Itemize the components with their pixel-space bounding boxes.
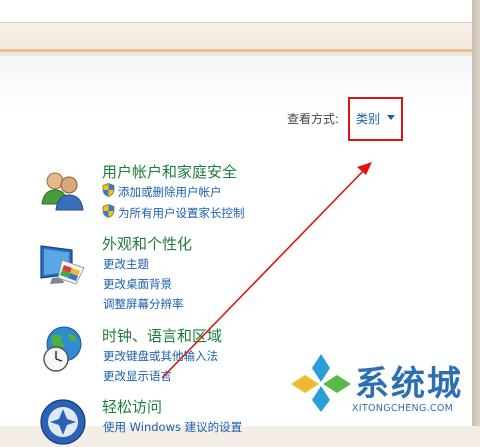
link-screen-resolution[interactable]: 调整屏幕分辨率 [103, 296, 184, 312]
link-change-display-language[interactable]: 更改显示语言 [103, 368, 172, 384]
link-change-keyboard-input[interactable]: 更改键盘或其他输入法 [103, 348, 218, 364]
view-by-value[interactable]: 类别 [356, 110, 380, 127]
monitor-paint-icon[interactable] [38, 238, 88, 288]
chevron-down-icon[interactable] [387, 115, 395, 120]
uac-shield-icon [102, 183, 115, 197]
category-title-users[interactable]: 用户帐户和家庭安全 [102, 161, 237, 182]
window-titlebar [0, 0, 480, 56]
titlebar-divider [0, 22, 472, 23]
category-title-ease-of-access[interactable]: 轻松访问 [102, 396, 162, 417]
category-title-appearance[interactable]: 外观和个性化 [102, 233, 192, 254]
category-title-clock-language-region[interactable]: 时钟、语言和区域 [102, 325, 222, 346]
link-change-theme[interactable]: 更改主题 [103, 256, 149, 272]
window-right-border [472, 0, 480, 426]
globe-clock-icon[interactable] [38, 324, 88, 374]
watermark-text: 系统城 [355, 364, 463, 404]
titlebar-accent-line [0, 49, 472, 52]
users-icon[interactable] [38, 166, 88, 216]
link-change-background[interactable]: 更改桌面背景 [103, 276, 172, 292]
watermark-logo-icon [291, 354, 351, 412]
view-by-label: 查看方式: [287, 112, 340, 126]
watermark-url: XITONGCHENG.COM [352, 403, 454, 414]
uac-shield-icon [102, 204, 115, 218]
link-parental-controls[interactable]: 为所有用户设置家长控制 [118, 205, 245, 221]
accessibility-icon[interactable] [38, 397, 88, 447]
link-windows-recommended-settings[interactable]: 使用 Windows 建议的设置 [103, 419, 242, 435]
link-add-remove-accounts[interactable]: 添加或删除用户帐户 [118, 184, 222, 200]
